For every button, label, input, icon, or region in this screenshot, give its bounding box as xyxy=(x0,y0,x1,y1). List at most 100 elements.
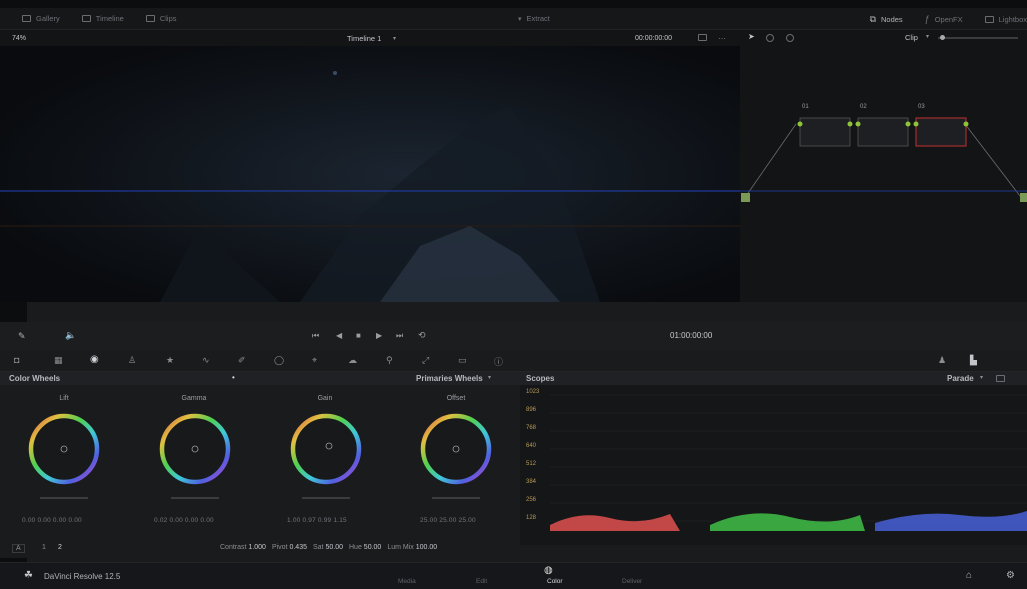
gain-wheel[interactable] xyxy=(290,413,362,485)
zoom-slider[interactable] xyxy=(938,35,1018,40)
app-name: DaVinci Resolve 12.5 xyxy=(44,572,121,581)
node-editor-header: ➤ Clip ▾ xyxy=(740,30,1027,46)
gamma-values[interactable]: 0.02 0.00 0.00 0.00 xyxy=(154,517,214,524)
pen-tool-icon[interactable]: ✎ xyxy=(18,331,26,342)
rgb-mixer-icon[interactable]: ♙ xyxy=(128,355,136,366)
offset-master-slider xyxy=(432,497,480,499)
pivot-param[interactable]: Pivot 0.435 xyxy=(272,544,307,551)
primaries-wheels-select[interactable]: Primaries Wheels xyxy=(416,374,483,383)
key-icon[interactable]: ⚲ xyxy=(386,355,393,366)
node-label-03: 03 xyxy=(918,104,925,110)
dropdown-arrow-icon: ▾ xyxy=(518,15,522,23)
node-editor[interactable]: 01 02 03 xyxy=(740,46,1027,302)
window-icon[interactable]: ◯ xyxy=(274,355,284,366)
wheel-label-gain: Gain xyxy=(317,395,333,402)
page-button-2[interactable]: 2 xyxy=(58,544,62,551)
lum-mix-param[interactable]: Lum Mix 100.00 xyxy=(387,544,437,551)
play-reverse-icon[interactable]: ◀ xyxy=(336,331,342,340)
viewer-timecode[interactable]: 00:00:00:00 xyxy=(635,35,672,42)
node-tool-icon[interactable] xyxy=(766,34,774,42)
node-label-02: 02 xyxy=(860,104,867,110)
offset-values[interactable]: 25.00 25.00 25.00 xyxy=(420,517,476,524)
timeline-dropdown-icon[interactable]: ▾ xyxy=(393,35,396,42)
skip-forward-icon[interactable]: ⏭ xyxy=(396,331,403,341)
viewer-options-icon[interactable] xyxy=(698,34,707,41)
scope-tick-896: 896 xyxy=(526,407,537,413)
blur-icon[interactable]: ☁ xyxy=(348,355,357,366)
scope-mode-select[interactable]: Parade xyxy=(947,374,974,383)
node-tool-icon-2[interactable] xyxy=(786,34,794,42)
play-icon[interactable]: ▶ xyxy=(376,331,382,340)
nodes-tab[interactable]: ⧉ Nodes xyxy=(870,14,903,25)
skip-back-icon[interactable]: ⏮ xyxy=(312,331,319,341)
pointer-icon[interactable]: ➤ xyxy=(748,32,755,41)
page-button-a[interactable]: A xyxy=(12,544,25,553)
top-toolbar: Gallery Timeline Clips ▾ Extract ⧉ Nodes… xyxy=(0,8,1027,30)
timeline-name[interactable]: Timeline 1 xyxy=(347,34,381,43)
page-tab-edit[interactable]: Edit xyxy=(476,578,487,585)
gain-values[interactable]: 1.00 0.97 0.99 1.15 xyxy=(287,517,347,524)
color-wheels-header: Color Wheels • Primaries Wheels ▾ xyxy=(0,372,520,385)
gallery-icon xyxy=(22,15,31,22)
contrast-param[interactable]: Contrast 1.000 xyxy=(220,544,266,551)
curves-icon[interactable]: ∿ xyxy=(202,355,210,366)
lightbox-tab[interactable]: Lightbox xyxy=(984,15,1027,24)
node-mode-select[interactable]: Clip xyxy=(905,33,918,42)
wheel-label-offset: Offset xyxy=(446,395,466,402)
home-icon[interactable]: ⌂ xyxy=(966,570,972,581)
lift-values[interactable]: 0.00 0.00 0.00 0.00 xyxy=(22,517,82,524)
openfx-icon: ƒ xyxy=(924,14,930,24)
scope-tick-512: 512 xyxy=(526,461,537,467)
viewer-image[interactable] xyxy=(0,46,740,302)
timeline-tab[interactable]: Timeline xyxy=(81,14,124,23)
stop-icon[interactable]: ■ xyxy=(356,331,361,340)
3d-icon[interactable]: ▭ xyxy=(458,355,467,366)
scopes-icon[interactable]: ▙ xyxy=(970,355,977,366)
audio-icon[interactable]: 🔈 xyxy=(65,330,76,341)
sat-param[interactable]: Sat 50.00 xyxy=(313,544,343,551)
lift-wheel[interactable] xyxy=(28,413,100,485)
color-page-icon[interactable]: ◍ xyxy=(544,565,553,576)
more-options-icon[interactable]: ··· xyxy=(718,34,726,43)
page-tab-media[interactable]: Media xyxy=(398,578,416,585)
motion-effects-icon[interactable]: ★ xyxy=(166,355,174,366)
page-button-1[interactable]: 1 xyxy=(42,544,46,551)
transport-timecode[interactable]: 01:00:00:00 xyxy=(670,331,712,340)
page-tab-color[interactable]: Color xyxy=(547,578,563,585)
page-navigation-bar: ☘ DaVinci Resolve 12.5 Media Edit ◍ Colo… xyxy=(0,562,1027,589)
timeline-icon xyxy=(81,15,91,22)
zoom-slider-handle[interactable] xyxy=(940,35,945,40)
clips-tab[interactable]: Clips xyxy=(145,14,177,23)
transport-bar: ✎ 🔈 ⏮ ◀ ■ ▶ ⏭ ⟲ 01:00:00:00 xyxy=(0,322,1027,350)
camera-raw-icon[interactable]: ◘ xyxy=(14,355,19,365)
tracker-icon[interactable]: ⌖ xyxy=(312,355,317,366)
gallery-tab[interactable]: Gallery xyxy=(22,14,60,23)
node-02 xyxy=(855,117,911,147)
params-row: Contrast 1.000 Pivot 0.435 Sat 50.00 Hue… xyxy=(220,544,443,551)
extract-menu[interactable]: ▾ Extract xyxy=(518,14,550,23)
person-icon[interactable]: ♟ xyxy=(938,355,946,366)
color-wheels-icon[interactable]: ◉ xyxy=(90,354,99,365)
scopes-title: Scopes xyxy=(526,374,555,383)
qualifier-icon[interactable]: ✐ xyxy=(238,355,246,366)
page-tab-deliver[interactable]: Deliver xyxy=(622,578,642,585)
viewer-frame-image xyxy=(0,46,740,302)
info-icon[interactable]: ⓘ xyxy=(494,355,503,368)
settings-icon[interactable]: ⚙ xyxy=(1006,570,1015,581)
scope-mode-dropdown-icon[interactable]: ▾ xyxy=(980,374,983,381)
node-graph xyxy=(740,46,1027,302)
zoom-level[interactable]: 74% xyxy=(12,35,26,42)
wheels-mode-dropdown-icon[interactable]: ▾ xyxy=(488,374,491,381)
gamma-master-slider xyxy=(171,497,219,499)
sizing-icon[interactable]: ⤢ xyxy=(422,355,429,366)
node-mode-dropdown-icon[interactable]: ▾ xyxy=(926,33,929,40)
hue-param[interactable]: Hue 50.00 xyxy=(349,544,381,551)
clips-icon xyxy=(145,15,155,22)
color-match-icon[interactable]: ▦ xyxy=(54,355,63,366)
gamma-wheel[interactable] xyxy=(159,413,231,485)
offset-wheel[interactable] xyxy=(420,413,492,485)
loop-icon[interactable]: ⟲ xyxy=(418,330,426,341)
scope-settings-icon[interactable] xyxy=(996,375,1005,382)
openfx-tab[interactable]: ƒ OpenFX xyxy=(925,14,963,24)
parade-scope[interactable]: 1023 896 768 640 512 384 256 128 xyxy=(520,385,1027,545)
